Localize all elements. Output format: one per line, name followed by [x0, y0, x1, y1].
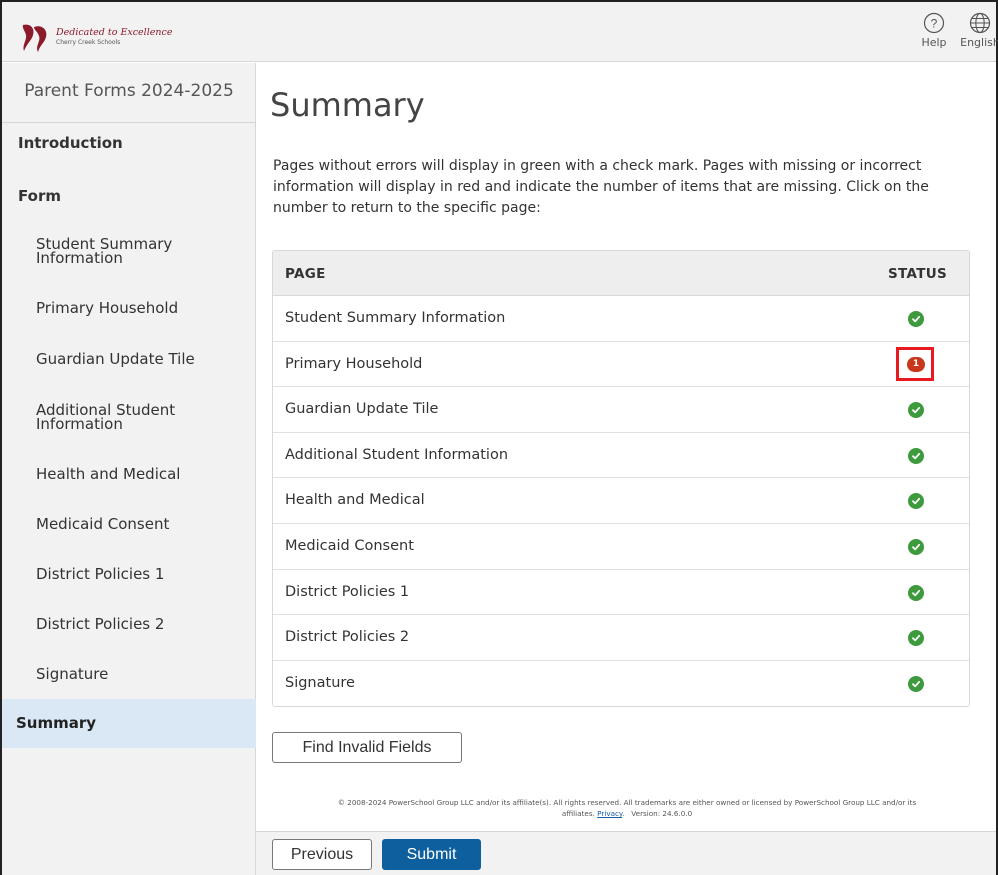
table-row: Signature [273, 660, 969, 707]
column-header-page: PAGE [285, 266, 326, 282]
language-button[interactable]: English [958, 12, 998, 49]
sidebar-item-signature[interactable]: Signature [36, 667, 246, 682]
row-page-name: Primary Household [285, 355, 423, 372]
page-title: Summary [270, 86, 425, 124]
globe-icon [969, 12, 991, 34]
logo-mark-icon [22, 24, 47, 52]
submit-button[interactable]: Submit [382, 839, 481, 870]
table-row: Additional Student Information [273, 432, 969, 479]
row-page-name: Signature [285, 674, 355, 691]
version-label: Version: 24.6.0.0 [631, 809, 693, 818]
previous-button[interactable]: Previous [272, 839, 372, 870]
check-icon [908, 630, 924, 647]
error-count-badge[interactable]: 1 [907, 356, 925, 372]
copyright-affiliates: affiliates. [561, 809, 595, 818]
sidebar-item-student-summary-information[interactable]: Student Summary Information [36, 237, 246, 266]
table-row: Primary Household 1 [273, 341, 969, 388]
row-page-name: District Policies 2 [285, 629, 410, 646]
check-icon [908, 493, 924, 510]
sidebar-item-health-and-medical[interactable]: Health and Medical [36, 467, 246, 482]
check-icon [908, 311, 924, 327]
table-row: District Policies 1 [273, 569, 969, 616]
language-label: English [960, 36, 998, 49]
check-icon [908, 402, 924, 419]
logo-tagline: Dedicated to Excellence [56, 27, 173, 39]
row-page-name: Medicaid Consent [285, 537, 414, 554]
check-icon [908, 538, 924, 555]
sidebar-item-primary-household[interactable]: Primary Household [36, 301, 246, 316]
sidebar-item-guardian-update-tile[interactable]: Guardian Update Tile [36, 352, 246, 367]
logo-district-name: Cherry Creek Schools [56, 38, 121, 46]
copyright-line-2: affiliates. Privacy. Version: 24.6.0.0 [561, 809, 693, 818]
sidebar-item-district-policies-2[interactable]: District Policies 2 [36, 617, 246, 632]
privacy-link[interactable]: Privacy [597, 809, 622, 818]
svg-text:?: ? [931, 17, 938, 31]
table-row: Health and Medical [273, 478, 969, 524]
find-invalid-fields-button[interactable]: Find Invalid Fields [272, 732, 462, 763]
column-header-status: STATUS [888, 266, 947, 282]
summary-status-table: PAGE STATUS Student Summary Information … [272, 250, 970, 708]
row-page-name: District Policies 1 [285, 583, 410, 600]
help-label: Help [921, 36, 947, 49]
form-title: Parent Forms 2024-2025 [24, 81, 234, 101]
row-page-name: Health and Medical [285, 492, 425, 509]
top-header: Dedicated to Excellence Cherry Creek Sch… [2, 2, 998, 62]
sidebar-section-form[interactable]: Form [18, 187, 256, 205]
form-navigation-sidebar: Parent Forms 2024-2025 Introduction Form… [2, 63, 256, 875]
summary-instructions: Pages without errors will display in gre… [273, 158, 929, 216]
sidebar-item-district-policies-1[interactable]: District Policies 1 [36, 567, 246, 582]
sidebar-item-summary[interactable]: Summary [2, 699, 256, 748]
sidebar-item-additional-student-information[interactable]: Additional Student Information [36, 403, 246, 432]
copyright-notice: © 2008-2024 PowerSchool Group LLC and/or… [256, 797, 998, 819]
sidebar-item-medicaid-consent[interactable]: Medicaid Consent [36, 517, 246, 532]
help-button[interactable]: ? Help [914, 12, 954, 49]
row-page-name: Additional Student Information [285, 446, 509, 463]
table-row: District Policies 2 [273, 615, 969, 661]
sidebar-divider [2, 122, 256, 123]
check-icon [908, 447, 924, 464]
sidebar-item-introduction[interactable]: Introduction [18, 134, 256, 152]
row-page-name: Student Summary Information [285, 310, 506, 326]
table-header: PAGE STATUS [273, 251, 969, 296]
row-page-name: Guardian Update Tile [285, 401, 439, 418]
check-icon [908, 675, 924, 692]
district-logo[interactable]: Dedicated to Excellence Cherry Creek Sch… [20, 21, 180, 53]
sidebar-item-summary-label: Summary [16, 714, 97, 732]
table-row: Medicaid Consent [273, 523, 969, 570]
check-icon [908, 584, 924, 601]
help-icon: ? [923, 12, 945, 34]
table-row: Student Summary Information [273, 296, 969, 342]
copyright-line: © 2008-2024 PowerSchool Group LLC and/or… [337, 798, 917, 807]
table-row: Guardian Update Tile [273, 387, 969, 433]
